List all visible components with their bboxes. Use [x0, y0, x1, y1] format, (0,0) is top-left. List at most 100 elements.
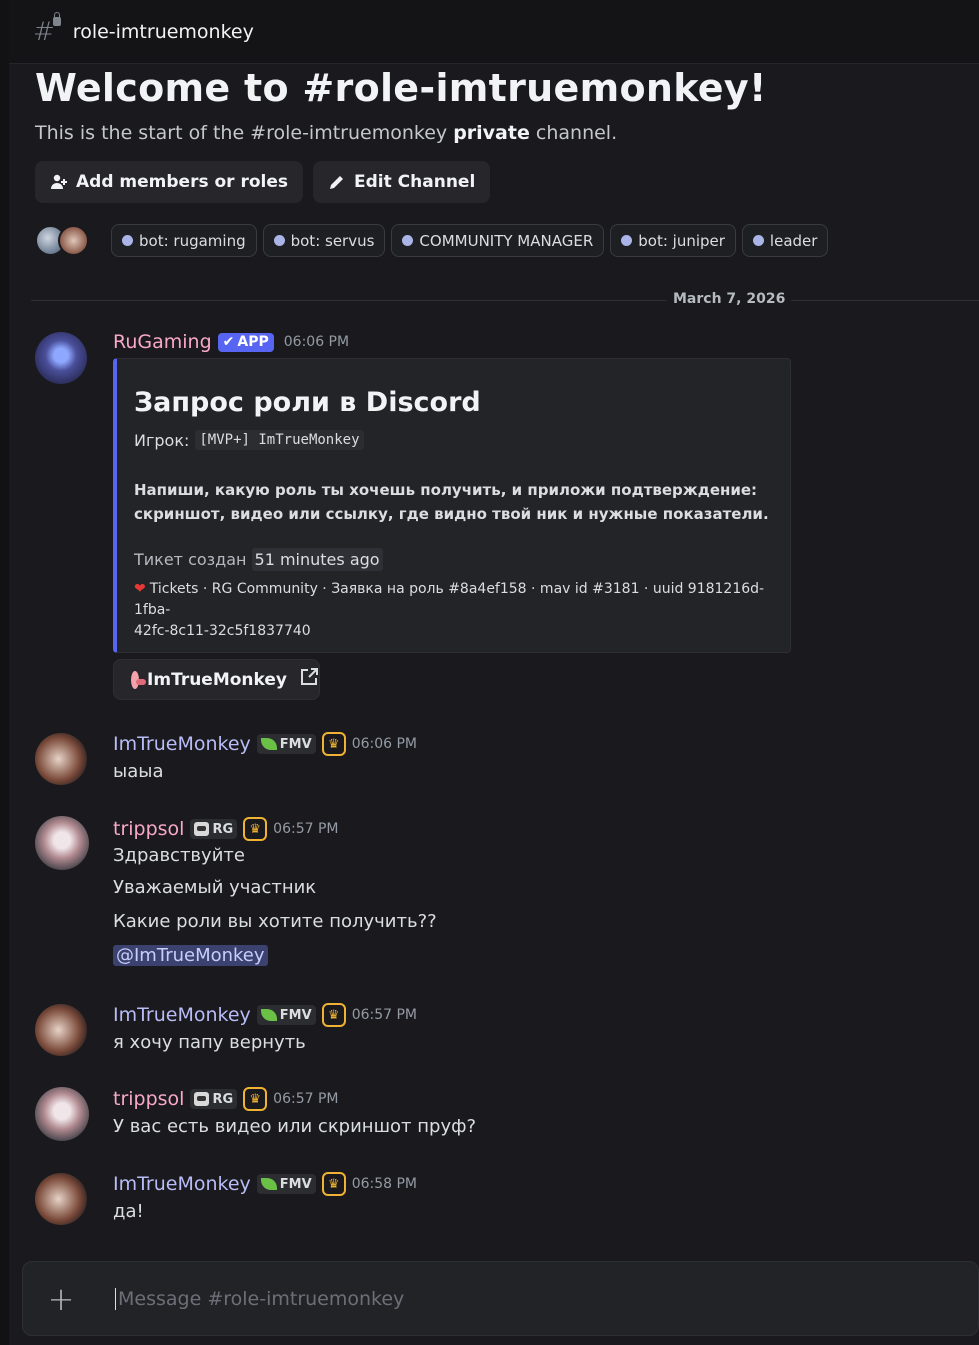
- author-name[interactable]: ImTrueMonkey: [113, 1004, 251, 1026]
- embed-description: Напиши, какую роль ты хочешь получить, и…: [134, 478, 774, 526]
- date-divider: [31, 300, 979, 301]
- message-text: Какие роли вы хотите получить??: [113, 911, 437, 932]
- field-label: Игрок:: [134, 430, 190, 450]
- app-badge: ✔ APP: [217, 332, 274, 352]
- welcome-subtitle: This is the start of the #role-imtruemon…: [35, 122, 965, 144]
- subtitle-suffix: channel.: [529, 122, 618, 144]
- add-members-icon: [50, 173, 68, 191]
- embed-footer: ❤ Tickets · RG Community · Заявка на роль…: [134, 579, 774, 642]
- timestamp: 06:06 PM: [283, 334, 350, 350]
- external-link-icon: [299, 667, 319, 692]
- message-text: да!: [113, 1201, 144, 1222]
- avatar: [58, 225, 89, 256]
- footer-line: Tickets · RG Community · Заявка на роль …: [134, 581, 765, 618]
- role-dot-icon: [752, 235, 764, 246]
- message-mention-line: @ImTrueMonkey: [113, 939, 437, 973]
- avatar[interactable]: [35, 1173, 87, 1225]
- link-button-label: ImTrueMonkey: [147, 669, 287, 690]
- crown-icon: ♛: [321, 732, 346, 756]
- profile-link-button[interactable]: ImTrueMonkey: [113, 659, 320, 700]
- message-text: ыаыа: [113, 761, 164, 782]
- avatar[interactable]: [35, 816, 89, 870]
- role-label: COMMUNITY MANAGER: [419, 231, 594, 250]
- crown-icon: ♛: [243, 1087, 268, 1111]
- add-members-button[interactable]: Add members or roles: [35, 161, 304, 203]
- avatar[interactable]: [35, 332, 87, 384]
- ticket-ago: 51 minutes ago: [251, 548, 383, 571]
- author-name[interactable]: trippsol: [113, 1088, 184, 1110]
- guild-tag-label: FMV: [279, 736, 312, 752]
- message-text: Здравствуйте: [113, 845, 245, 866]
- description-line: скриншот, видео или ссылку, где видно тв…: [134, 505, 769, 523]
- footer-line: 42fc-8c11-32c5f1837740: [134, 623, 311, 639]
- plus-icon[interactable]: +: [41, 1283, 81, 1315]
- role-pill[interactable]: bot: juniper: [610, 224, 736, 257]
- role-pill[interactable]: bot: servus: [262, 224, 386, 257]
- welcome-title: Welcome to #role-imtruemonkey!: [35, 66, 767, 110]
- channel-header: # role-imtruemonkey: [9, 0, 979, 64]
- role-label: bot: servus: [290, 231, 375, 250]
- role-dot-icon: [122, 235, 133, 246]
- cat-icon: [194, 1092, 210, 1106]
- guild-tag-label: FMV: [279, 1176, 312, 1192]
- pig-icon: [131, 670, 147, 689]
- embed-field-player: Игрок: [MVP+] ImTrueMonkey: [134, 430, 774, 450]
- avatar[interactable]: [35, 1004, 87, 1056]
- leaf-icon: [260, 1009, 277, 1021]
- timestamp: 06:57 PM: [351, 1007, 418, 1023]
- avatar[interactable]: [35, 733, 87, 785]
- role-pill[interactable]: COMMUNITY MANAGER: [391, 224, 605, 257]
- crown-icon: ♛: [321, 1003, 346, 1027]
- description-line: Напиши, какую роль ты хочешь получить, и…: [134, 481, 758, 499]
- role-dot-icon: [621, 235, 633, 246]
- guild-tag-label: RG: [212, 1091, 234, 1107]
- pencil-icon: [328, 173, 346, 191]
- timestamp: 06:58 PM: [351, 1176, 418, 1192]
- author-name[interactable]: RuGaming: [113, 331, 212, 353]
- message-text: я хочу папу вернуть: [113, 1032, 306, 1053]
- check-icon: ✔: [222, 334, 235, 350]
- add-members-label: Add members or roles: [76, 172, 289, 192]
- field-value: [MVP+] ImTrueMonkey: [195, 430, 364, 450]
- leaf-icon: [260, 1178, 277, 1190]
- date-divider-label: March 7, 2026: [667, 291, 792, 307]
- app-badge-label: APP: [237, 334, 269, 350]
- server-rail-edge: [0, 0, 9, 1345]
- message-text: У вас есть видео или скриншот пруф?: [113, 1116, 477, 1137]
- ticket-embed: Запрос роли в Discord Игрок: [MVP+] ImTr…: [113, 358, 791, 653]
- channel-title: role-imtruemonkey: [72, 20, 254, 43]
- author-name[interactable]: ImTrueMonkey: [113, 733, 251, 755]
- channel-welcome: Welcome to #role-imtruemonkey! This is t…: [35, 64, 965, 257]
- guild-tag: FMV: [256, 1005, 316, 1025]
- subtitle-private: private: [453, 122, 530, 144]
- role-label: leader: [769, 231, 818, 250]
- edit-channel-button[interactable]: Edit Channel: [313, 161, 491, 203]
- embed-title: Запрос роли в Discord: [134, 387, 481, 418]
- message-text: Уважаемый участник: [113, 877, 317, 898]
- heart-icon: ❤: [134, 581, 146, 597]
- avatar[interactable]: [35, 1087, 89, 1141]
- chat-area: # role-imtruemonkey Welcome to #role-imt…: [9, 0, 979, 1345]
- role-dot-icon: [402, 235, 414, 246]
- embed-ticket-created: Тикет создан 51 minutes ago: [134, 548, 774, 571]
- timestamp: 06:57 PM: [273, 1091, 339, 1107]
- member-avatar-stack[interactable]: [35, 225, 89, 256]
- role-pill[interactable]: bot: rugaming: [111, 224, 257, 257]
- subtitle-text: This is the start of the #role-imtruemon…: [35, 122, 454, 144]
- cat-icon: [194, 822, 210, 836]
- author-name[interactable]: trippsol: [113, 818, 184, 840]
- edit-channel-label: Edit Channel: [354, 172, 476, 192]
- guild-tag-label: RG: [212, 821, 234, 837]
- author-name[interactable]: ImTrueMonkey: [113, 1173, 251, 1195]
- user-mention[interactable]: @ImTrueMonkey: [113, 945, 268, 966]
- message-input[interactable]: [115, 1287, 978, 1310]
- role-pill[interactable]: leader: [741, 224, 829, 257]
- hash-lock-icon: #: [33, 11, 61, 45]
- guild-tag: FMV: [256, 1174, 316, 1194]
- guild-tag: RG: [190, 819, 238, 839]
- ticket-label: Тикет создан: [134, 550, 247, 569]
- message-composer: +: [22, 1261, 979, 1336]
- crown-icon: ♛: [321, 1172, 346, 1196]
- timestamp: 06:06 PM: [351, 736, 418, 752]
- role-dot-icon: [273, 235, 285, 246]
